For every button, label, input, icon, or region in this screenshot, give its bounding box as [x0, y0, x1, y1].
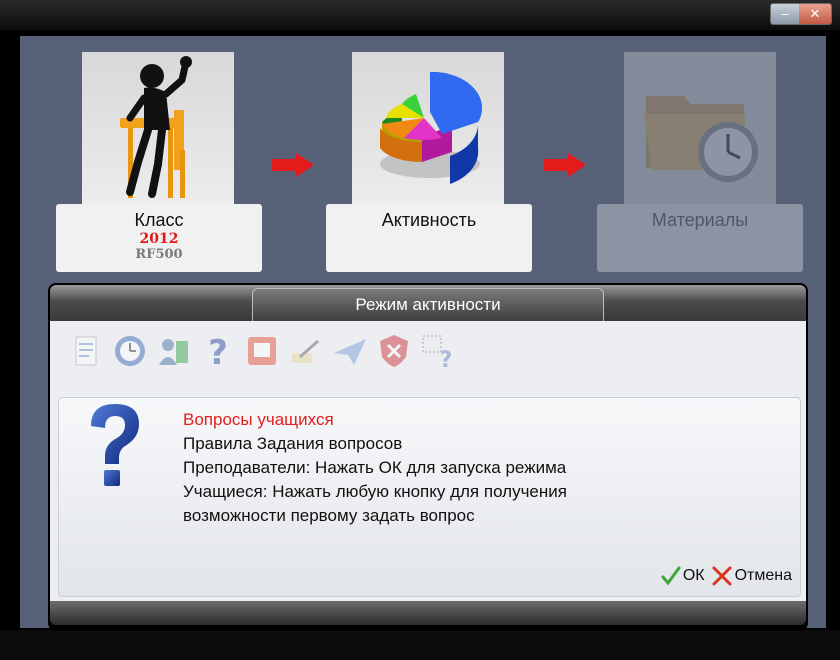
user-book-icon[interactable]: [156, 333, 192, 369]
step-class-title: Класс: [134, 210, 184, 230]
step-activity-image[interactable]: [352, 52, 504, 204]
message-line: Учащиеся: Нажать любую кнопку для получе…: [183, 482, 567, 501]
question-mark-icon: [91, 404, 139, 486]
message-line: Преподаватели: Нажать ОК для запуска реж…: [183, 458, 567, 477]
presentation-icon[interactable]: [244, 333, 280, 369]
cancel-label: Отмена: [734, 567, 792, 584]
window-controls: ‒ ✕: [770, 3, 832, 25]
svg-text:?: ?: [440, 348, 453, 369]
dialog-footer: [50, 601, 806, 625]
ok-label: ОК: [682, 567, 705, 584]
student-at-desk-icon: [82, 52, 234, 204]
mode-toolbar: ? ?: [68, 329, 456, 373]
arrow-right-icon: [272, 153, 314, 177]
step-class-image[interactable]: [82, 52, 234, 204]
step-class-card[interactable]: Класс 2012 RF500: [56, 204, 262, 272]
step-activity-title: Активность: [381, 210, 477, 230]
cross-icon: [712, 566, 732, 586]
dialog-body: ? ? Вопросы учащихся Правила Задания воп…: [50, 321, 806, 601]
folder-clock-icon: [624, 52, 776, 204]
step-materials-card: Материалы: [597, 204, 803, 272]
svg-text:?: ?: [208, 333, 228, 369]
message-panel: Вопросы учащихся Правила Задания вопросо…: [58, 397, 801, 597]
bottom-bar: [0, 630, 840, 660]
pie-chart-icon: [352, 52, 504, 204]
cancel-button[interactable]: Отмена: [711, 566, 792, 586]
minimize-button[interactable]: ‒: [771, 4, 799, 24]
paper-plane-icon[interactable]: [332, 333, 368, 369]
close-button[interactable]: ✕: [799, 4, 831, 24]
message-line: Правила Задания вопросов: [183, 434, 403, 453]
dialog-buttons: ОК Отмена: [661, 566, 792, 586]
ok-button[interactable]: ОК: [661, 566, 705, 586]
window-titlebar: ‒ ✕: [0, 0, 840, 30]
check-icon: [661, 566, 681, 586]
arrow-right-icon: [544, 153, 586, 177]
message-text: Вопросы учащихся Правила Задания вопросо…: [183, 408, 567, 528]
step-materials-image: [624, 52, 776, 204]
shield-x-icon[interactable]: [376, 333, 412, 369]
pen-icon[interactable]: [288, 333, 324, 369]
message-heading: Вопросы учащихся: [183, 410, 334, 429]
message-line: возможности первому задать вопрос: [183, 506, 475, 525]
step-class-model: RF500: [135, 247, 183, 262]
step-class-year: 2012: [139, 231, 179, 247]
dialog-title: Режим активности: [252, 288, 604, 321]
activity-mode-dialog: Режим активности ? ? Вопросы учащихся Пр…: [48, 283, 808, 631]
clock-icon[interactable]: [112, 333, 148, 369]
question-icon[interactable]: ?: [200, 333, 236, 373]
step-materials-title: Материалы: [651, 210, 749, 230]
step-activity-card[interactable]: Активность: [326, 204, 532, 272]
document-icon[interactable]: [68, 333, 104, 369]
select-question-icon[interactable]: ?: [420, 333, 456, 373]
